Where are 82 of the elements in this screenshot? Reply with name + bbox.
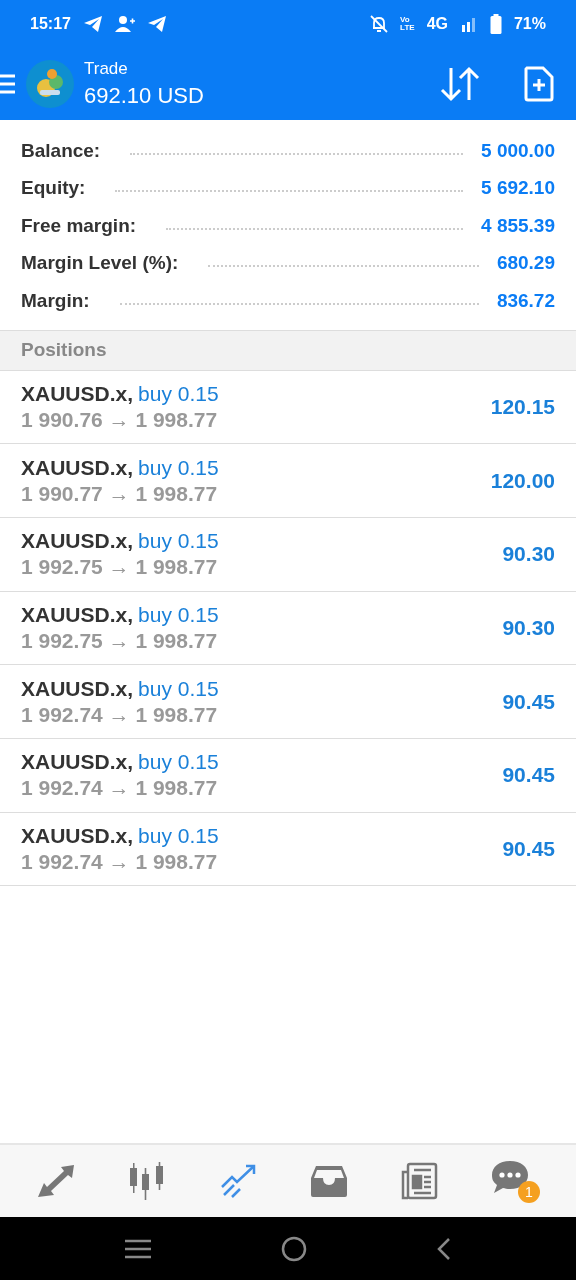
battery-percent: 71%	[513, 15, 546, 33]
app-logo-icon	[26, 60, 74, 108]
summary-label: Margin Level (%):	[21, 252, 179, 275]
position-prices: 1 992.75 → 1 998.77	[21, 555, 219, 580]
summary-value: 4 855.39	[481, 214, 555, 237]
position-row[interactable]: XAUUSD.x, buy 0.15 1 992.74 → 1 998.77 90.45	[0, 665, 576, 739]
position-prices: 1 990.77 → 1 998.77	[21, 481, 219, 506]
position-row[interactable]: XAUUSD.x, buy 0.15 1 992.74 → 1 998.77 90.45	[0, 738, 576, 813]
position-row[interactable]: XAUUSD.x, buy 0.15 1 992.75 → 1 998.77 90.30	[0, 591, 576, 666]
summary-value: 5 692.10	[481, 177, 555, 200]
position-prices: 1 992.74 → 1 998.77	[21, 776, 219, 801]
position-side: buy 0.15	[138, 602, 219, 627]
position-row[interactable]: XAUUSD.x, buy 0.15 1 990.76 → 1 998.77 120.15	[0, 370, 576, 445]
position-side: buy 0.15	[138, 529, 219, 554]
muted-bell-icon	[370, 15, 389, 33]
two-way-arrow-icon	[36, 1163, 76, 1199]
position-profit: 90.45	[502, 689, 555, 714]
position-symbol: XAUUSD.x,	[21, 602, 134, 627]
notification-badge: 1	[518, 1181, 540, 1203]
position-symbol: XAUUSD.x,	[21, 455, 134, 480]
position-symbol: XAUUSD.x,	[21, 823, 134, 848]
new-order-button[interactable]	[524, 66, 554, 102]
position-symbol: XAUUSD.x,	[21, 676, 134, 701]
summary-label: Balance:	[21, 139, 101, 162]
nav-tab[interactable]	[36, 1163, 76, 1199]
position-side: buy 0.15	[138, 455, 219, 480]
position-profit: 90.30	[502, 615, 555, 640]
clock-time: 15:17	[30, 15, 71, 33]
position-prices: 1 992.75 → 1 998.77	[21, 628, 219, 653]
paper-plane-icon	[146, 15, 167, 33]
network-label: Vo	[400, 16, 411, 24]
back-chevron-icon	[437, 1236, 451, 1261]
position-profit: 90.45	[502, 763, 555, 788]
summary-value: 836.72	[496, 289, 555, 312]
add-document-icon	[524, 66, 554, 102]
summary-value: 5 000.00	[481, 139, 555, 162]
position-side: buy 0.15	[138, 381, 219, 406]
position-profit: 120.00	[490, 468, 555, 493]
menu-button[interactable]	[0, 72, 16, 96]
summary-label: Margin:	[21, 289, 90, 312]
paper-plane-icon	[82, 15, 103, 33]
position-symbol: XAUUSD.x,	[21, 750, 134, 775]
network-type: 4G	[426, 15, 448, 33]
add-contact-icon	[114, 15, 135, 33]
position-side: buy 0.15	[138, 750, 219, 775]
nav-tab[interactable]	[400, 1162, 438, 1200]
position-profit: 120.15	[490, 394, 555, 419]
signal-icon	[459, 16, 478, 32]
battery-icon	[489, 14, 502, 34]
position-prices: 1 990.76 → 1 998.77	[21, 407, 219, 432]
sort-arrows-icon	[440, 66, 480, 102]
summary-value: 680.29	[496, 252, 555, 275]
position-side: buy 0.15	[138, 676, 219, 701]
screen-title: Trade	[84, 59, 129, 79]
circle-icon	[281, 1235, 307, 1262]
position-row[interactable]: XAUUSD.x, buy 0.15 1 992.75 → 1 998.77 90.30	[0, 517, 576, 592]
home-button[interactable]	[281, 1235, 307, 1262]
position-side: buy 0.15	[138, 823, 219, 848]
account-profit: 692.10 USD	[84, 83, 204, 109]
chat-bubble-icon	[490, 1159, 530, 1195]
position-symbol: XAUUSD.x,	[21, 529, 134, 554]
inbox-icon	[310, 1164, 348, 1198]
summary-label: Free margin:	[21, 214, 137, 237]
nav-tab[interactable]	[310, 1164, 348, 1198]
position-profit: 90.30	[502, 542, 555, 567]
position-prices: 1 992.74 → 1 998.77	[21, 849, 219, 874]
position-row[interactable]: XAUUSD.x, buy 0.15 1 990.77 → 1 998.77 120.00	[0, 444, 576, 518]
newspaper-icon	[400, 1162, 438, 1200]
menu-icon	[125, 1238, 151, 1259]
section-header: Positions	[0, 330, 576, 371]
summary-label: Equity:	[21, 177, 86, 200]
position-row[interactable]: XAUUSD.x, buy 0.15 1 992.74 → 1 998.77 90.45	[0, 812, 576, 887]
network-label: LTE	[400, 24, 415, 32]
position-prices: 1 992.74 → 1 998.77	[21, 702, 219, 727]
nav-tab[interactable]	[220, 1163, 258, 1199]
sort-button[interactable]	[440, 66, 480, 102]
trend-arrow-icon	[220, 1163, 258, 1199]
position-symbol: XAUUSD.x,	[21, 381, 134, 406]
back-button[interactable]	[437, 1236, 451, 1261]
recent-apps-button[interactable]	[125, 1238, 151, 1259]
position-profit: 90.45	[502, 836, 555, 861]
menu-icon	[0, 72, 16, 96]
